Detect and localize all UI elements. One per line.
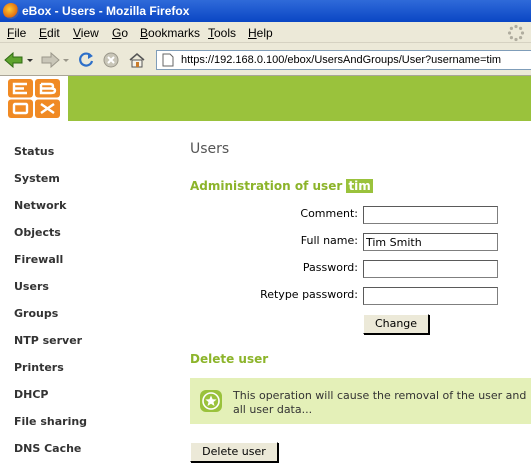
- stop-icon[interactable]: [103, 52, 119, 68]
- menu-help[interactable]: Help: [248, 26, 273, 40]
- window-title: eBox - Users - Mozilla Firefox: [22, 4, 190, 18]
- sidebar-item-file-sharing[interactable]: File sharing: [14, 415, 87, 428]
- menu-view[interactable]: View: [73, 26, 99, 40]
- admin-heading: Administration of user tim: [190, 179, 373, 193]
- forward-arrow-icon[interactable]: [40, 52, 60, 68]
- menu-file[interactable]: File: [7, 26, 26, 40]
- menu-edit[interactable]: Edit: [39, 26, 60, 40]
- menu-tools[interactable]: Tools: [208, 26, 236, 40]
- delete-user-button[interactable]: Delete user: [190, 442, 278, 462]
- sidebar-item-firewall[interactable]: Firewall: [14, 253, 63, 266]
- ebox-logo: [8, 79, 60, 118]
- menu-bookmarks[interactable]: Bookmarks: [140, 26, 200, 40]
- comment-label: Comment:: [300, 207, 358, 220]
- page-icon: [162, 53, 174, 67]
- delete-user-heading: Delete user: [190, 352, 269, 366]
- sidebar: Status System Network Objects Firewall U…: [0, 121, 150, 469]
- page-title: Users: [190, 141, 230, 157]
- sidebar-item-users[interactable]: Users: [14, 280, 49, 293]
- firefox-icon: [3, 3, 19, 19]
- menu-go[interactable]: Go: [112, 26, 128, 40]
- warning-text: This operation will cause the removal of…: [233, 389, 527, 416]
- fullname-label: Full name:: [300, 234, 358, 247]
- reload-icon[interactable]: [77, 52, 95, 68]
- sidebar-item-printers[interactable]: Printers: [14, 361, 64, 374]
- sidebar-item-groups[interactable]: Groups: [14, 307, 58, 320]
- admin-heading-label: Administration of user: [190, 179, 343, 193]
- sidebar-item-dns-cache[interactable]: DNS Cache: [14, 442, 81, 455]
- sidebar-item-status[interactable]: Status: [14, 145, 54, 158]
- address-bar[interactable]: https://192.168.0.100/ebox/UsersAndGroup…: [156, 50, 531, 70]
- change-button[interactable]: Change: [363, 314, 429, 334]
- sidebar-item-objects[interactable]: Objects: [14, 226, 61, 239]
- fullname-field[interactable]: [363, 233, 498, 251]
- loading-throbber-icon: [507, 24, 525, 42]
- navigation-toolbar: https://192.168.0.100/ebox/UsersAndGroup…: [0, 43, 531, 76]
- window-titlebar: eBox - Users - Mozilla Firefox: [0, 0, 531, 22]
- back-arrow-icon[interactable]: [4, 52, 24, 68]
- home-icon[interactable]: [128, 52, 146, 68]
- warning-star-icon: [200, 390, 222, 412]
- sidebar-item-ntp-server[interactable]: NTP server: [14, 334, 82, 347]
- header-banner: [0, 76, 531, 121]
- back-dropdown-icon[interactable]: [26, 52, 34, 68]
- retype-password-field[interactable]: [363, 287, 498, 305]
- menu-bar: File Edit View Go Bookmarks Tools Help: [0, 22, 531, 43]
- warning-box: This operation will cause the removal of…: [190, 378, 531, 424]
- password-label: Password:: [302, 261, 358, 274]
- sidebar-item-dhcp[interactable]: DHCP: [14, 388, 48, 401]
- forward-dropdown-icon[interactable]: [62, 52, 70, 68]
- retype-password-label: Retype password:: [260, 288, 358, 301]
- sidebar-item-network[interactable]: Network: [14, 199, 66, 212]
- comment-field[interactable]: [363, 206, 498, 224]
- url-text: https://192.168.0.100/ebox/UsersAndGroup…: [181, 54, 502, 66]
- password-field[interactable]: [363, 260, 498, 278]
- sidebar-item-system[interactable]: System: [14, 172, 60, 185]
- username-highlight: tim: [346, 179, 373, 193]
